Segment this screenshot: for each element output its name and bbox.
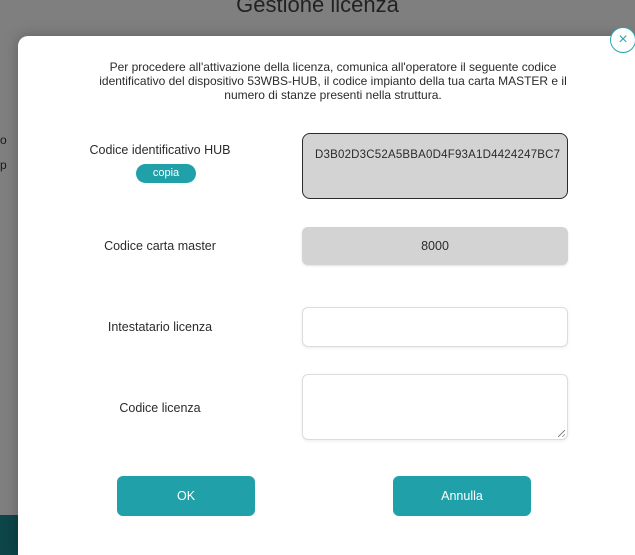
dialog-instructions: Per procedere all'attivazione della lice… <box>99 60 567 102</box>
license-code-label: Codice licenza <box>119 401 201 415</box>
hub-code-label: Codice identificativo HUB <box>89 143 231 157</box>
close-icon[interactable]: × <box>610 27 635 53</box>
master-card-label: Codice carta master <box>104 239 216 253</box>
license-dialog: Per procedere all'attivazione della lice… <box>18 36 635 555</box>
license-holder-input[interactable] <box>302 307 568 347</box>
master-card-field: 8000 <box>302 227 568 265</box>
license-code-textarea[interactable] <box>302 374 568 440</box>
cancel-button[interactable]: Annulla <box>393 476 531 516</box>
hub-code-field: D3B02D3C52A5BBA0D4F93A1D4424247BC7 <box>302 133 568 199</box>
ok-button[interactable]: OK <box>117 476 255 516</box>
copy-button[interactable]: copia <box>136 164 196 183</box>
license-holder-label: Intestatario licenza <box>107 320 213 334</box>
resize-handle-icon[interactable] <box>558 430 565 437</box>
